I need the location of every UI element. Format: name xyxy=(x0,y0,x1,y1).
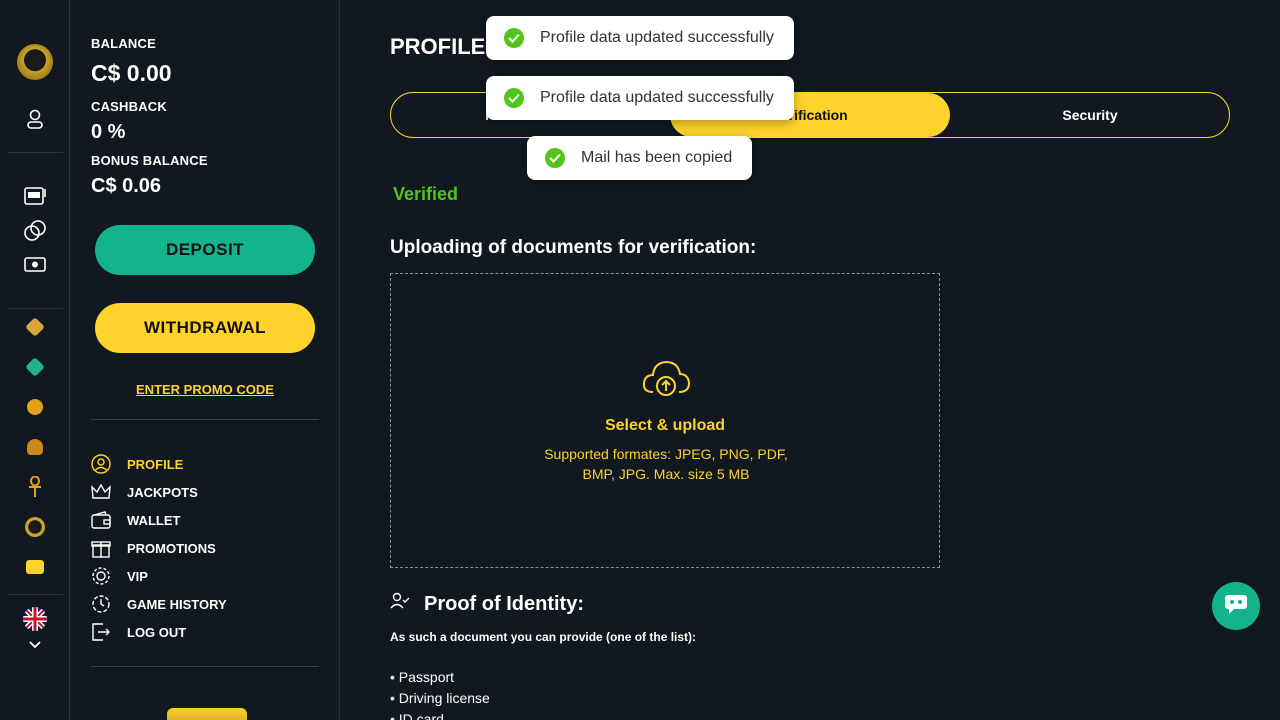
toast-message: Mail has been copied xyxy=(581,149,733,166)
list-item: • Passport xyxy=(390,669,455,685)
menu-item-profile[interactable]: PROFILE xyxy=(91,450,227,478)
user-icon[interactable] xyxy=(23,107,47,131)
scarab-icon[interactable] xyxy=(23,435,47,459)
upload-title: Select & upload xyxy=(604,417,726,434)
chevron-down-icon[interactable] xyxy=(23,633,47,657)
toast-message: Profile data updated successfully xyxy=(540,89,774,106)
toast-notification: Mail has been copied xyxy=(527,136,753,180)
account-sidebar: BALANCE C$ 0.00 CASHBACK 0 % BONUS BALAN… xyxy=(71,0,340,720)
menu-item-label: GAME HISTORY xyxy=(127,596,227,612)
cashback-label: CASHBACK xyxy=(91,99,167,114)
pyramid-icon[interactable] xyxy=(23,315,47,339)
wallet-icon xyxy=(91,510,111,530)
upload-formats: Supported formates: JPEG, PNG, PDF, BMP,… xyxy=(544,446,788,482)
document-upload-dropzone[interactable]: Select & upload Supported formates: JPEG… xyxy=(390,273,940,568)
chips-icon[interactable] xyxy=(23,219,47,243)
list-item: • ID card xyxy=(390,711,444,720)
history-icon xyxy=(91,594,111,614)
menu-item-game-history[interactable]: GAME HISTORY xyxy=(91,590,227,618)
icon-rail xyxy=(0,0,70,720)
account-menu: PROFILE JACKPOTS WALLET PROMOTIONS VIP G… xyxy=(91,450,227,646)
bonus-balance-label: BONUS BALANCE xyxy=(91,153,208,168)
menu-item-log-out[interactable]: LOG OUT xyxy=(91,618,227,646)
logout-icon xyxy=(91,622,111,642)
withdrawal-button[interactable]: WITHDRAWAL xyxy=(95,303,315,353)
check-circle-icon xyxy=(504,28,524,48)
profile-icon xyxy=(91,454,111,474)
ankh-icon[interactable] xyxy=(23,475,47,499)
slot-machine-icon[interactable] xyxy=(23,183,47,207)
menu-item-promotions[interactable]: PROMOTIONS xyxy=(91,534,227,562)
emerald-icon[interactable] xyxy=(23,355,47,379)
menu-item-label: PROFILE xyxy=(127,456,184,472)
menu-item-jackpots[interactable]: JACKPOTS xyxy=(91,478,227,506)
menu-item-label: JACKPOTS xyxy=(127,484,198,500)
menu-item-label: LOG OUT xyxy=(127,624,187,640)
upload-heading: Uploading of documents for verification: xyxy=(390,237,757,258)
chat-robot-icon xyxy=(1223,593,1249,620)
eye-of-horus-icon[interactable] xyxy=(23,395,47,419)
uk-flag-icon[interactable] xyxy=(23,607,47,631)
coins-illustration xyxy=(167,708,247,720)
cat-logo-icon[interactable] xyxy=(17,44,53,80)
check-circle-icon xyxy=(504,88,524,108)
proof-of-identity-title: Proof of Identity: xyxy=(424,592,584,615)
page-title: PROFILE xyxy=(390,34,486,59)
menu-item-wallet[interactable]: WALLET xyxy=(91,506,227,534)
crown-icon xyxy=(91,482,111,502)
cashback-value: 0 % xyxy=(91,121,126,143)
menu-item-label: PROMOTIONS xyxy=(127,540,216,556)
menu-item-label: WALLET xyxy=(127,512,181,528)
tab-security[interactable]: Security xyxy=(950,93,1230,137)
list-item: • Driving license xyxy=(390,690,490,706)
balance-value: C$ 0.00 xyxy=(91,60,172,86)
bonus-balance-value: C$ 0.06 xyxy=(91,175,162,197)
document-list: • Passport • Driving license • ID card xyxy=(390,667,490,720)
promo-code-link[interactable]: ENTER PROMO CODE xyxy=(95,382,315,397)
menu-item-label: VIP xyxy=(127,568,148,584)
balance-label: BALANCE xyxy=(91,36,156,51)
toast-notification: Profile data updated successfully xyxy=(486,16,794,60)
toast-notification: Profile data updated successfully xyxy=(486,76,794,120)
menu-item-vip[interactable]: VIP xyxy=(91,562,227,590)
support-chat-button[interactable] xyxy=(1212,582,1260,630)
gift-icon xyxy=(91,538,111,558)
proof-of-identity-header: Proof of Identity: xyxy=(390,592,584,616)
chat-bubble-icon[interactable] xyxy=(23,555,47,579)
verification-status: Verified xyxy=(393,184,459,204)
deposit-button[interactable]: DEPOSIT xyxy=(95,225,315,275)
cloud-upload-icon xyxy=(641,358,691,405)
cat-badge-icon[interactable] xyxy=(23,515,47,539)
vip-icon xyxy=(91,566,111,586)
proof-description: As such a document you can provide (one … xyxy=(390,630,697,644)
check-circle-icon xyxy=(545,148,565,168)
user-check-icon xyxy=(390,592,410,616)
cash-icon[interactable] xyxy=(23,253,47,277)
toast-message: Profile data updated successfully xyxy=(540,29,774,46)
